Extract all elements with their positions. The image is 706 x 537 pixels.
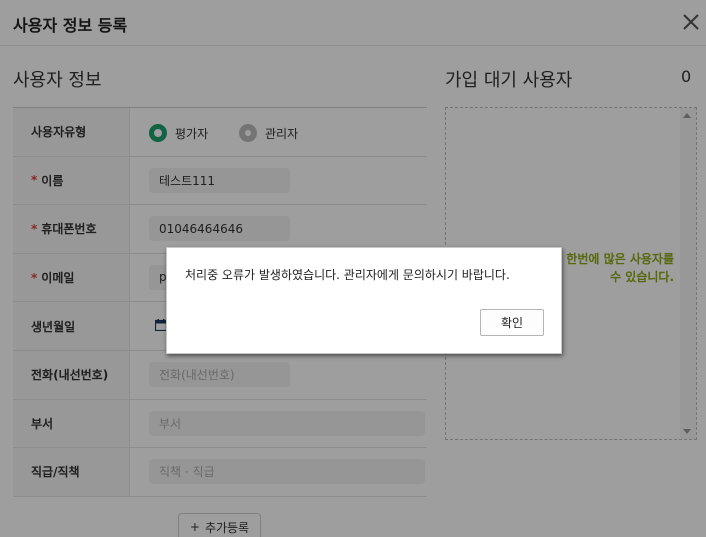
error-message: 처리중 오류가 발생하였습니다. 관리자에게 문의하시기 바랍니다. [185, 268, 510, 282]
error-alert-dialog: 처리중 오류가 발생하였습니다. 관리자에게 문의하시기 바랍니다. 확인 [166, 247, 562, 354]
confirm-button[interactable]: 확인 [480, 309, 544, 336]
